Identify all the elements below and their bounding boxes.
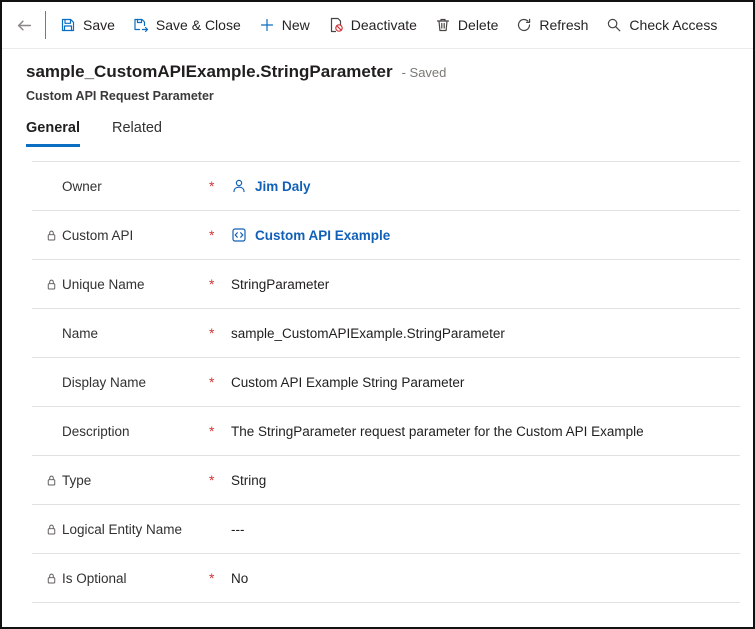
custom-api-icon [231,227,247,243]
back-arrow-icon [16,17,33,34]
owner-link[interactable]: Jim Daly [255,179,311,194]
check-access-icon [606,17,622,33]
save-close-icon [133,17,149,33]
person-icon [231,178,247,194]
field-value-name[interactable]: sample_CustomAPIExample.StringParameter [231,326,505,341]
field-label: Owner [62,179,205,194]
field-label: Name [62,326,205,341]
delete-button[interactable]: Delete [426,2,507,48]
form-row-type: Type * String [32,456,740,505]
required-marker: * [205,276,231,292]
form-row-name: Name * sample_CustomAPIExample.StringPar… [32,309,740,358]
field-value-display-name[interactable]: Custom API Example String Parameter [231,375,464,390]
form-row-logical-entity-name: Logical Entity Name --- [32,505,740,554]
field-value-owner[interactable]: Jim Daly [231,178,311,194]
record-form: Owner * Jim Daly Custom API * Custom API… [32,161,740,603]
deactivate-label: Deactivate [351,17,417,33]
form-row-owner: Owner * Jim Daly [32,162,740,211]
field-label: Logical Entity Name [62,522,205,537]
refresh-button[interactable]: Refresh [507,2,597,48]
field-value-logical-entity-name: --- [231,522,245,537]
field-label: Is Optional [62,571,205,586]
tab-related[interactable]: Related [112,120,162,147]
refresh-icon [516,17,532,33]
required-marker: * [205,374,231,390]
field-value-unique-name: StringParameter [231,277,329,292]
record-header: sample_CustomAPIExample.StringParameter … [2,49,753,103]
field-label: Unique Name [62,277,205,292]
required-marker: * [205,227,231,243]
new-button[interactable]: New [250,2,319,48]
required-marker: * [205,472,231,488]
field-label: Display Name [62,375,205,390]
save-label: Save [83,17,115,33]
tab-general[interactable]: General [26,120,80,147]
trash-icon [435,17,451,33]
deactivate-button[interactable]: Deactivate [319,2,426,48]
check-access-button[interactable]: Check Access [597,2,726,48]
field-value-custom-api: Custom API Example [231,227,390,243]
form-row-is-optional: Is Optional * No [32,554,740,603]
field-label: Type [62,473,205,488]
required-marker: * [205,178,231,194]
save-and-close-button[interactable]: Save & Close [124,2,250,48]
save-status: - Saved [402,65,447,80]
check-access-label: Check Access [629,17,717,33]
form-row-display-name: Display Name * Custom API Example String… [32,358,740,407]
app-window: Save Save & Close New Deactivate Delete [0,0,755,629]
command-bar: Save Save & Close New Deactivate Delete [2,2,753,49]
field-label: Description [62,424,205,439]
lock-icon [45,523,62,536]
lock-icon [45,572,62,585]
lock-icon [45,474,62,487]
entity-type-label: Custom API Request Parameter [26,89,729,103]
lock-icon [45,278,62,291]
required-marker: * [205,570,231,586]
deactivate-icon [328,17,344,33]
form-row-unique-name: Unique Name * StringParameter [32,260,740,309]
required-marker: * [205,325,231,341]
back-button[interactable] [8,8,40,42]
custom-api-link[interactable]: Custom API Example [255,228,390,243]
field-value-description[interactable]: The StringParameter request parameter fo… [231,424,644,439]
delete-label: Delete [458,17,498,33]
field-value-is-optional: No [231,571,248,586]
field-label: Custom API [62,228,205,243]
required-marker: * [205,423,231,439]
refresh-label: Refresh [539,17,588,33]
save-and-close-label: Save & Close [156,17,241,33]
form-row-custom-api: Custom API * Custom API Example [32,211,740,260]
field-value-type: String [231,473,266,488]
record-title: sample_CustomAPIExample.StringParameter [26,62,393,82]
lock-icon [45,229,62,242]
tab-bar: General Related [2,120,753,147]
new-label: New [282,17,310,33]
plus-icon [259,17,275,33]
save-button[interactable]: Save [51,2,124,48]
toolbar-divider [45,11,46,39]
form-row-description: Description * The StringParameter reques… [32,407,740,456]
save-icon [60,17,76,33]
